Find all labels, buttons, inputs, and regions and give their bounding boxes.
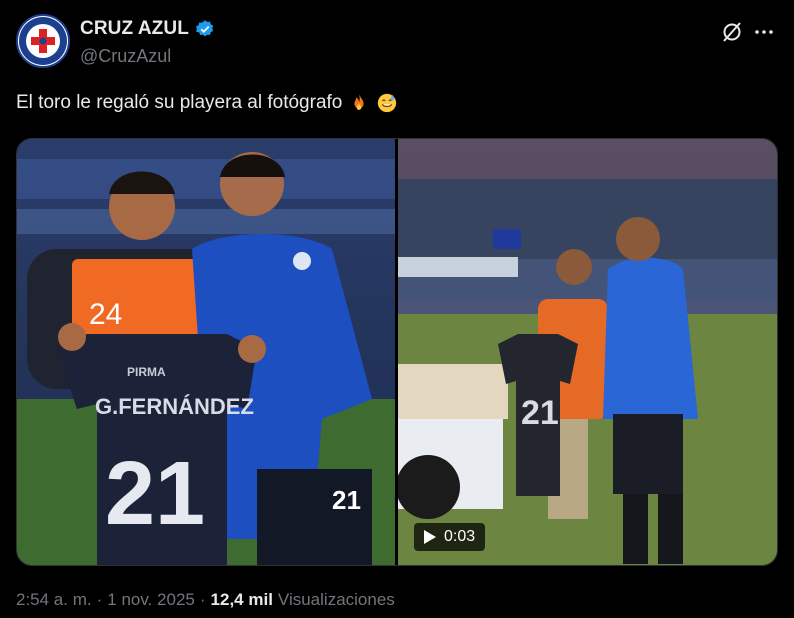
meta-separator: · (96, 590, 103, 609)
name-row: CRUZ AZUL (80, 18, 215, 40)
tweet-text: El toro le regaló su playera al fotógraf… (16, 92, 398, 114)
video-thumbnail: 21 (398, 139, 777, 565)
photo[interactable]: 21 G.FERNÁNDEZ 21 PIRMA 24 (17, 139, 395, 565)
photo-jersey-number: 21 (105, 444, 205, 544)
verified-badge-icon (195, 20, 213, 37)
views-label[interactable]: Visualizaciones (278, 590, 395, 610)
photo-sponsor: PIRMA (127, 365, 166, 379)
svg-text:21: 21 (521, 394, 559, 432)
video-player[interactable]: 21 0:03 (398, 139, 777, 565)
avatar[interactable] (16, 14, 70, 68)
tweet-time[interactable]: 2:54 a. m. (16, 590, 92, 610)
tweet-body: El toro le regaló su playera al fotógraf… (16, 92, 343, 113)
photo-image: 21 G.FERNÁNDEZ 21 PIRMA 24 (17, 139, 395, 565)
video-duration: 0:03 (444, 528, 476, 545)
tweet-date[interactable]: 1 nov. 2025 (107, 590, 195, 610)
more-options-icon[interactable] (752, 20, 776, 44)
views-count[interactable]: 12,4 mil (211, 590, 273, 610)
sweat-smile-emoji (378, 93, 397, 113)
tweet-meta: 2:54 a. m. · 1 nov. 2025 · 12,4 mil Visu… (16, 590, 395, 610)
svg-text:21: 21 (332, 485, 361, 515)
display-name[interactable]: CRUZ AZUL (80, 18, 189, 40)
media-gallery: 21 G.FERNÁNDEZ 21 PIRMA 24 21 0:03 (16, 138, 778, 566)
photo-jersey-name: G.FERNÁNDEZ (95, 394, 254, 419)
photo-vest-number: 24 (89, 298, 122, 331)
tweet-header: CRUZ AZUL @CruzAzul (16, 14, 778, 70)
play-icon (424, 530, 436, 544)
handle[interactable]: @CruzAzul (80, 46, 171, 67)
fire-emoji (354, 93, 364, 110)
grok-icon[interactable] (720, 20, 744, 44)
cruz-azul-crest-icon (19, 17, 67, 65)
video-duration-badge[interactable]: 0:03 (414, 523, 486, 551)
meta-separator-2: · (199, 590, 206, 609)
